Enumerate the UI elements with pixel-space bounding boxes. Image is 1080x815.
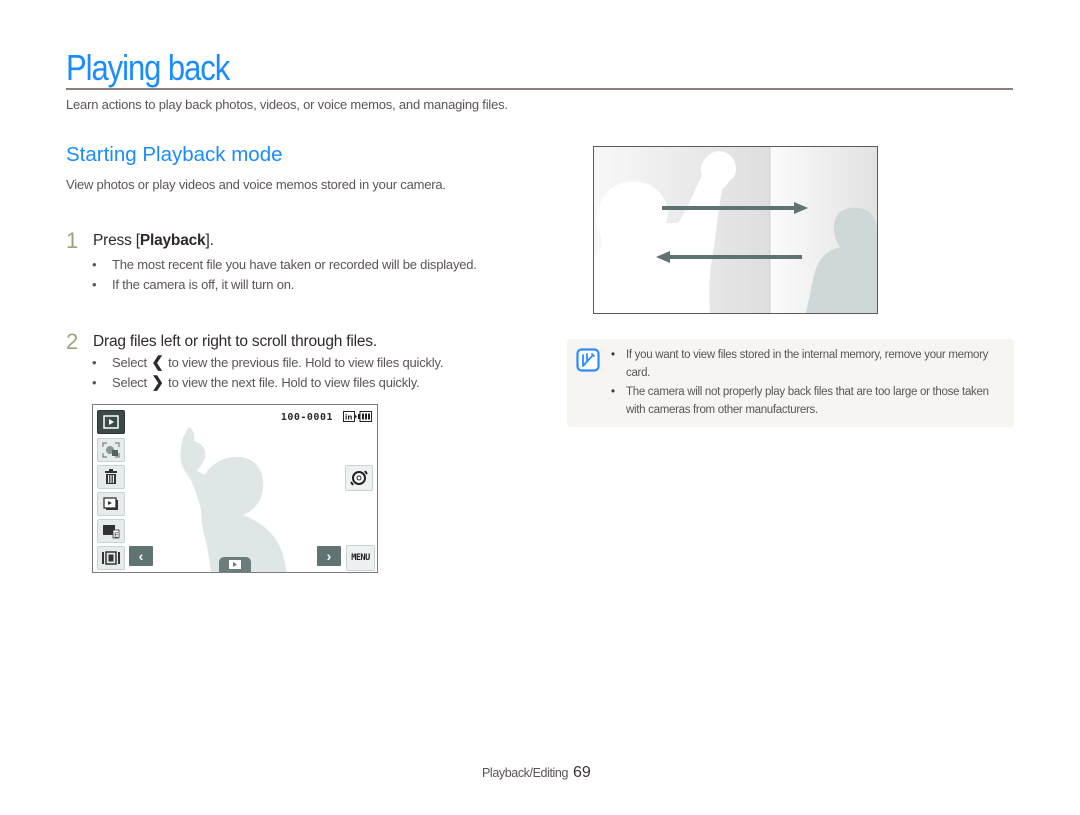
chevron-right-icon: ›: [326, 548, 332, 564]
bullet-item: The most recent file you have taken or r…: [92, 255, 477, 275]
file-counter: 100-0001: [280, 412, 333, 423]
bullet-suffix: to view the previous file. Hold to view …: [168, 355, 444, 370]
menu-button[interactable]: MENU: [346, 545, 375, 571]
footer-section-name: Playback/Editing: [482, 766, 569, 780]
playback-button-label: Playback: [139, 232, 206, 249]
step-1-bullets: The most recent file you have taken or r…: [92, 255, 477, 295]
camera-screen-illustration: E 100-0001 in ‹ › MENU: [92, 404, 378, 573]
chevron-left-icon: ❮: [151, 354, 164, 371]
bullet-suffix: to view the next file. Hold to view file…: [168, 375, 420, 390]
page-title: Playing back: [66, 47, 230, 88]
drag-gesture-image: [594, 147, 877, 313]
playback-mode-icon: [103, 415, 119, 429]
svg-text:in: in: [345, 414, 352, 422]
bullet-item: If the camera is off, it will turn on.: [92, 275, 477, 295]
face-recognition-icon: [102, 442, 120, 458]
rotate-icon: [350, 470, 368, 486]
chevron-right-icon: ❯: [151, 374, 164, 391]
note-box: If you want to view files stored in the …: [567, 339, 1014, 427]
note-item: The camera will not properly play back f…: [611, 384, 1003, 419]
svg-text:E: E: [114, 532, 118, 540]
rotate-button[interactable]: [345, 465, 373, 491]
bullet-prefix: Select: [112, 355, 147, 370]
section-description: View photos or play videos and voice mem…: [66, 177, 446, 192]
step-number: 2: [66, 329, 79, 354]
page-number: 69: [573, 764, 591, 781]
delete-icon: [105, 469, 117, 484]
page-intro: Learn actions to play back photos, video…: [66, 97, 508, 112]
step-number: 1: [66, 228, 79, 253]
battery-icon: [358, 411, 372, 422]
play-icon: [229, 560, 241, 569]
bullet-item: Select ❯ to view the next file. Hold to …: [92, 373, 512, 393]
playback-tab[interactable]: [219, 557, 251, 572]
step-2-bullets: Select ❮ to view the previous file. Hold…: [92, 353, 512, 393]
slideshow-icon: [103, 497, 118, 510]
drag-files-illustration: [593, 146, 878, 314]
display-icon: [102, 551, 120, 565]
playback-mode-button[interactable]: [97, 410, 125, 434]
section-title: Starting Playback mode: [66, 143, 283, 166]
display-button[interactable]: [97, 546, 125, 570]
edit-button[interactable]: E: [97, 519, 125, 543]
chevron-left-icon: ‹: [138, 548, 144, 564]
step-text: Press [Playback].: [93, 232, 214, 249]
edit-icon: E: [103, 525, 120, 540]
bullet-prefix: Select: [112, 375, 147, 390]
step-1: 1 Press [Playback].: [66, 228, 214, 254]
delete-button[interactable]: [97, 465, 125, 489]
face-recognition-button[interactable]: [97, 438, 125, 462]
internal-memory-icon: in: [343, 411, 357, 422]
page-footer: Playback/Editing 69: [482, 764, 591, 782]
step-2: 2 Drag files left or right to scroll thro…: [66, 329, 377, 355]
step-text-suffix: ].: [205, 232, 214, 249]
title-divider: [66, 88, 1013, 90]
next-file-button[interactable]: ›: [317, 546, 341, 566]
note-list: If you want to view files stored in the …: [611, 347, 1003, 419]
previous-file-button[interactable]: ‹: [129, 546, 153, 566]
slideshow-button[interactable]: [97, 492, 125, 516]
note-pencil-icon: [576, 348, 600, 372]
step-text: Drag files left or right to scroll throu…: [93, 333, 377, 350]
note-item: If you want to view files stored in the …: [611, 347, 1003, 382]
step-text-prefix: Press [: [93, 232, 140, 249]
bullet-item: Select ❮ to view the previous file. Hold…: [92, 353, 512, 373]
